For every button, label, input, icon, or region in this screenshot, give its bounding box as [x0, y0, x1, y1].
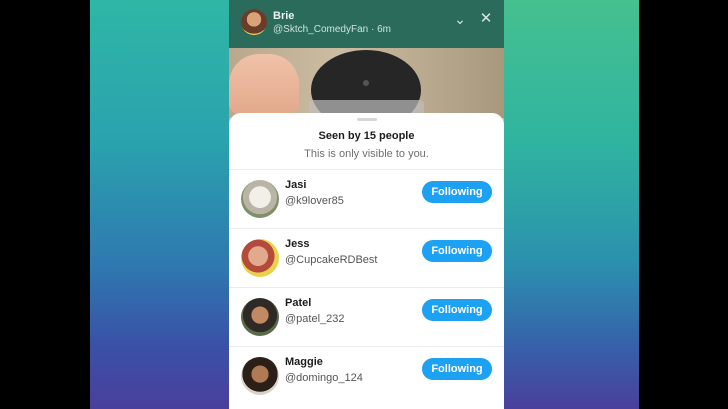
- viewer-name[interactable]: Patel: [285, 297, 311, 309]
- following-button[interactable]: Following: [422, 240, 492, 262]
- close-icon[interactable]: ✕: [479, 11, 493, 26]
- sheet-subtitle: This is only visible to you.: [304, 148, 429, 160]
- viewer-name[interactable]: Maggie: [285, 356, 323, 368]
- viewer-handle: @patel_232: [285, 313, 345, 325]
- viewer-name[interactable]: Jess: [285, 238, 309, 250]
- story-header: Brie @Sktch_ComedyFan · 6m ⌄ ✕: [229, 0, 504, 48]
- viewer-row[interactable]: Maggie @domingo_124 Following: [229, 346, 504, 406]
- following-button[interactable]: Following: [422, 358, 492, 380]
- background-gradient-right: [504, 0, 639, 409]
- following-button[interactable]: Following: [422, 181, 492, 203]
- viewer-avatar[interactable]: [241, 239, 279, 277]
- background-gradient-left: [90, 0, 229, 409]
- viewer-handle: @CupcakeRDBest: [285, 254, 378, 266]
- sheet-grabber[interactable]: [357, 118, 377, 121]
- story-photo: [229, 48, 504, 130]
- viewer-name[interactable]: Jasi: [285, 179, 306, 191]
- viewer-avatar[interactable]: [241, 180, 279, 218]
- chevron-down-icon[interactable]: ⌄: [453, 12, 467, 26]
- viewer-avatar[interactable]: [241, 357, 279, 395]
- viewer-handle: @k9lover85: [285, 195, 344, 207]
- viewer-handle: @domingo_124: [285, 372, 363, 384]
- viewer-avatar[interactable]: [241, 298, 279, 336]
- seen-by-sheet: Seen by 15 people This is only visible t…: [229, 113, 504, 409]
- viewer-row[interactable]: Jess @CupcakeRDBest Following: [229, 228, 504, 288]
- photo-hand: [229, 54, 299, 114]
- viewer-row[interactable]: Patel @patel_232 Following: [229, 287, 504, 347]
- author-meta: @Sktch_ComedyFan · 6m: [273, 24, 391, 35]
- author-name[interactable]: Brie: [273, 10, 294, 22]
- photo-disc-center: [363, 80, 369, 86]
- sheet-title: Seen by 15 people: [318, 130, 415, 142]
- author-avatar[interactable]: [241, 9, 267, 35]
- following-button[interactable]: Following: [422, 299, 492, 321]
- viewer-row[interactable]: Jasi @k9lover85 Following: [229, 169, 504, 229]
